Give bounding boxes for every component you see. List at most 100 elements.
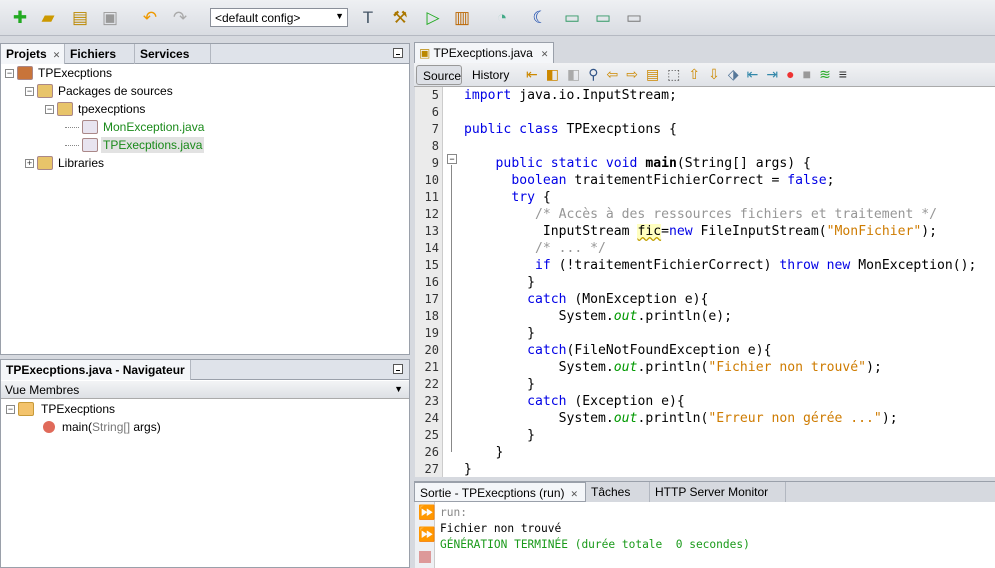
code-token: .println(e); (637, 309, 733, 324)
nav-method-node[interactable]: main(String[] args) (43, 418, 161, 436)
comment-icon[interactable]: ≋ (819, 66, 839, 82)
java-file-icon: ▣ (419, 46, 434, 60)
tab-http-monitor[interactable]: HTTP Server Monitor (650, 482, 786, 502)
code-token: main (645, 156, 677, 171)
tree-node[interactable]: MonException.java (65, 118, 206, 136)
method-icon (43, 421, 55, 433)
config-select[interactable]: <default config> ▼ (210, 8, 348, 27)
collapse-icon[interactable]: − (5, 68, 14, 78)
shift-left-icon[interactable]: ⇤ (747, 66, 767, 82)
stop-macro-icon[interactable]: ■ (803, 66, 819, 82)
screen-icon-3[interactable]: ▭ (622, 6, 646, 30)
output-tabbar: Sortie - TPExecptions (run) ✕ Tâches HTTP… (414, 481, 995, 502)
code-line: } (464, 427, 535, 444)
screen-icon-1[interactable]: ▭ (560, 6, 584, 30)
collapse-icon[interactable]: − (25, 86, 34, 96)
run-icon[interactable]: ▷ (421, 6, 445, 30)
toggle-highlight-icon[interactable]: ▤ (646, 66, 667, 82)
code-line: } (464, 461, 472, 477)
open-project-icon[interactable]: ▤ (68, 6, 92, 30)
collapse-icon[interactable]: − (6, 404, 15, 414)
code-token: (MonException e){ (566, 292, 709, 307)
tree-node-label: Libraries (58, 156, 105, 170)
minimize-button[interactable] (393, 364, 403, 374)
editor-action-icons[interactable]: ⇤◧◧⚲⇦⇨▤⬚⇧⇩⬗⇤⇥●■≋≡ (526, 66, 855, 83)
profile-icon[interactable]: ◔ (490, 6, 514, 30)
debug-icon[interactable]: ▥ (450, 6, 474, 30)
tree-connector (65, 126, 79, 128)
nav-class-node[interactable]: − TPExecptions (6, 400, 115, 418)
fold-icon[interactable]: − (447, 154, 457, 164)
line-number: 8 (431, 139, 439, 153)
chevron-down-icon: ▼ (335, 11, 344, 21)
apply-changes-icon[interactable]: ☾ (528, 6, 552, 30)
code-token: InputStream (464, 224, 638, 239)
tree-node[interactable]: TPExecptions.java (65, 136, 205, 154)
close-icon[interactable]: ✕ (541, 49, 549, 59)
last-edit-icon[interactable]: ⇤ (526, 66, 546, 82)
code-token: "Fichier non trouvé" (708, 360, 867, 375)
select-icon[interactable]: ⬚ (667, 66, 688, 82)
code-token: traitementFichierCorrect = (566, 173, 788, 188)
undo-icon[interactable]: ↶ (138, 6, 162, 30)
new-project-icon[interactable]: ▰ (36, 6, 60, 30)
next-bookmark-icon[interactable]: ⇩ (708, 66, 728, 82)
redo-icon[interactable]: ↷ (168, 6, 192, 30)
save-all-icon[interactable]: ▣ (98, 6, 122, 30)
tab-services[interactable]: Services (135, 44, 211, 64)
rerun-with-params-icon[interactable]: ⏩ (418, 526, 435, 543)
class-label: TPExecptions (41, 402, 116, 416)
find-icon[interactable]: ⚲ (588, 66, 606, 82)
tree-node[interactable]: − Packages de sources (25, 82, 175, 100)
output-line: GÉNÉRATION TERMINÉE (durée totale 0 seco… (440, 538, 750, 551)
close-icon[interactable]: ✕ (53, 50, 61, 60)
history-button[interactable]: History (468, 65, 513, 85)
rerun-icon[interactable]: ⏩ (418, 504, 435, 521)
code-editor[interactable]: 5 6 7 8 9 10 11 12 13 14 15 16 17 18 19 20 21 22 23 24 25 26 2… (415, 87, 995, 477)
shift-right-icon[interactable]: ⇥ (766, 66, 786, 82)
source-button[interactable]: Source (416, 65, 462, 85)
code-token: boolean (511, 173, 567, 188)
tab-output[interactable]: Sortie - TPExecptions (run) ✕ (414, 482, 586, 502)
collapse-icon[interactable]: − (45, 104, 54, 114)
tree-node[interactable]: + Libraries (25, 154, 106, 172)
tab-projets[interactable]: Projets ✕ (1, 44, 65, 64)
clean-build-icon[interactable]: ⚒ (388, 6, 412, 30)
tab-fichiers[interactable]: Fichiers (65, 44, 135, 64)
build-icon[interactable]: T (356, 6, 380, 30)
view-select[interactable]: Vue Membres ▼ (1, 381, 409, 399)
code-token: new (668, 224, 693, 239)
minimize-button[interactable] (393, 48, 403, 58)
record-macro-icon[interactable]: ● (786, 66, 802, 82)
tree-connector (65, 144, 79, 146)
line-number: 24 (424, 411, 439, 425)
find-next-icon[interactable]: ⇨ (626, 66, 646, 82)
prev-bookmark-icon[interactable]: ⇧ (688, 66, 708, 82)
toggle-bookmark-icon[interactable]: ⬗ (728, 66, 747, 82)
back-icon[interactable]: ◧ (546, 66, 567, 82)
uncomment-icon[interactable]: ≡ (839, 66, 855, 82)
close-icon[interactable]: ✕ (571, 489, 579, 499)
new-file-icon[interactable]: ✚ (8, 6, 32, 30)
projects-panel: Projets ✕ Fichiers Services − TPExecptions… (0, 43, 410, 355)
code-line: catch (Exception e){ (464, 393, 685, 410)
tree-node[interactable]: − tpexecptions (45, 100, 147, 118)
stop-icon[interactable] (419, 551, 431, 563)
tab-label: Projets (6, 47, 47, 61)
output-console[interactable]: ⏩ ⏩ run: Fichier non trouvé GÉNÉRATION TER… (415, 502, 995, 568)
tab-editor-file[interactable]: ▣ TPExecptions.java ✕ (414, 42, 554, 63)
code-line: public class TPExecptions { (464, 121, 677, 138)
tree-node[interactable]: − TPExecptions (5, 64, 114, 82)
expand-icon[interactable]: + (25, 158, 34, 168)
code-line: System.out.println("Erreur non gérée ...… (464, 410, 898, 427)
code-token: import (464, 88, 512, 103)
line-number: 9 (431, 156, 439, 170)
forward-icon[interactable]: ◧ (567, 66, 588, 82)
find-prev-icon[interactable]: ⇦ (606, 66, 626, 82)
tab-navigator[interactable]: TPExecptions.java - Navigateur✕ (1, 360, 191, 380)
line-number: 21 (424, 360, 439, 374)
tab-taches[interactable]: Tâches (586, 482, 650, 502)
screen-icon-2[interactable]: ▭ (591, 6, 615, 30)
line-number: 14 (424, 241, 439, 255)
